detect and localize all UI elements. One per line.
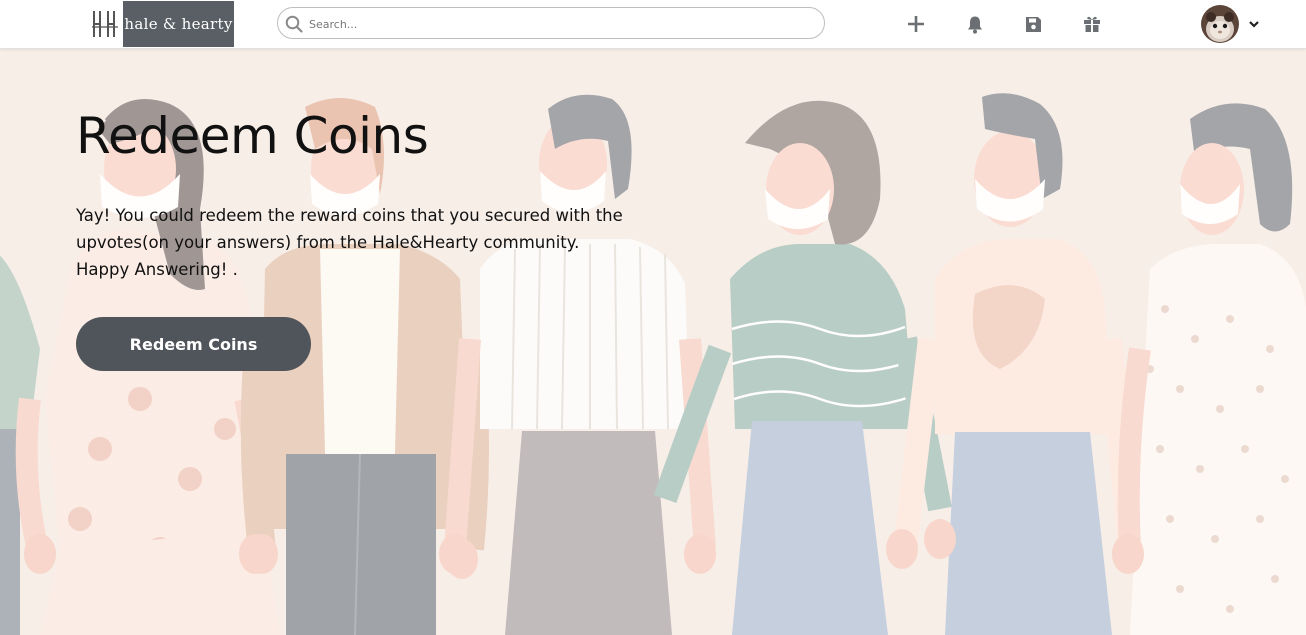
search-input[interactable] [309,14,809,34]
hh-monogram-icon [87,1,123,47]
gift-icon[interactable] [1081,13,1103,35]
page-title: Redeem Coins [76,107,429,165]
hero-description: Yay! You could redeem the reward coins t… [76,202,676,283]
hero-description-line: Yay! You could redeem the reward coins t… [76,206,623,225]
save-icon[interactable] [1022,13,1044,35]
hero-description-line: upvotes(on your answers) from the Hale&H… [76,233,580,252]
redeem-coins-button[interactable]: Redeem Coins [76,317,311,371]
top-navbar: hale & hearty [0,0,1306,49]
brand-logo[interactable]: hale & hearty [87,1,234,47]
brand-name: hale & hearty [123,1,234,47]
chevron-down-icon[interactable] [1247,16,1261,30]
plus-icon[interactable] [905,13,927,35]
search-icon [285,15,303,33]
search-bar[interactable] [277,7,825,39]
hero-description-line: Happy Answering! . [76,260,238,279]
bell-icon[interactable] [964,13,986,35]
user-avatar[interactable] [1201,5,1239,43]
hero-section: Redeem Coins Yay! You could redeem the r… [0,49,1306,635]
